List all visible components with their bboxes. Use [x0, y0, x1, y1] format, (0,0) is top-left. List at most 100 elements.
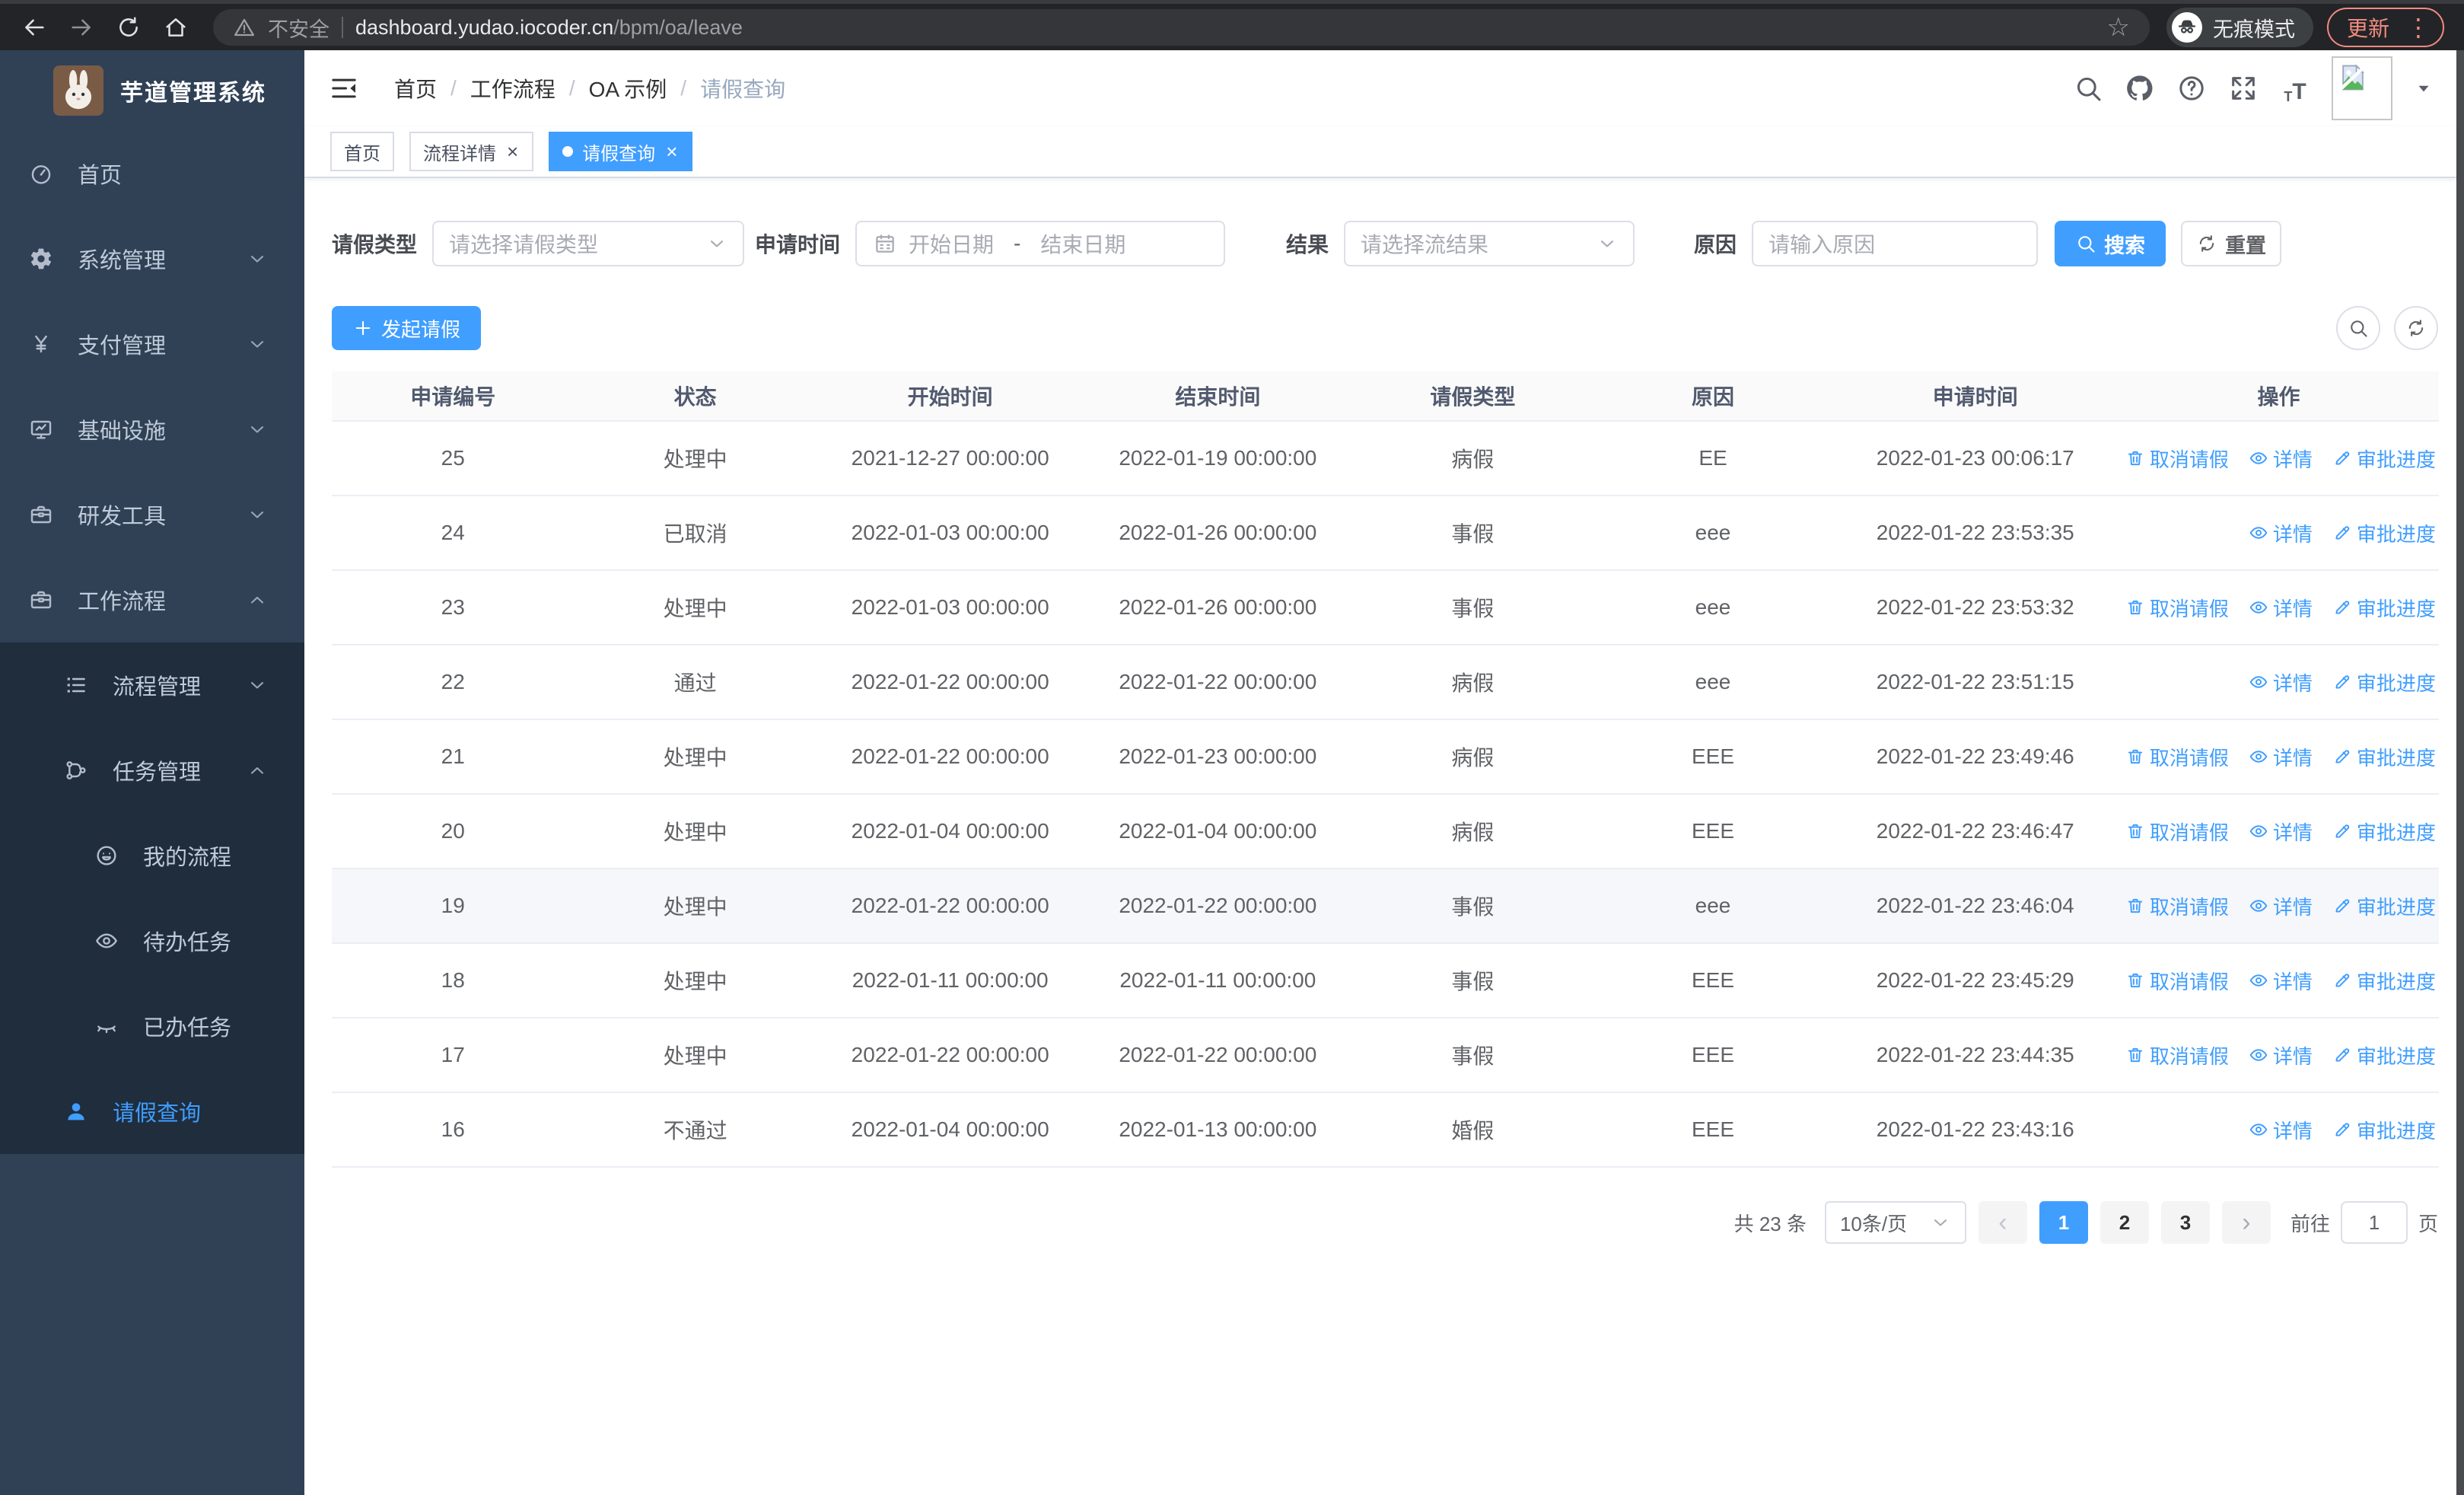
fullscreen-icon[interactable]: [2228, 73, 2259, 104]
sidebar-menu: 首页 系统管理 支付管理 基础设施 研发工具 工作流程 流程管理 任务管理 我的…: [0, 131, 304, 1154]
detail-link[interactable]: 详情: [2249, 1041, 2313, 1069]
prev-page-button[interactable]: ‹: [1978, 1201, 2027, 1244]
goto-page-input[interactable]: [2340, 1201, 2408, 1244]
detail-link[interactable]: 详情: [2249, 445, 2313, 473]
cell-apply-time: 2022-01-22 23:53:32: [1876, 595, 2074, 619]
browser-update-button[interactable]: 更新 ⋮: [2326, 8, 2444, 47]
result-select[interactable]: 请选择流结果: [1344, 221, 1635, 266]
detail-link[interactable]: 详情: [2249, 668, 2313, 696]
browser-back-button[interactable]: [14, 7, 55, 48]
font-size-icon[interactable]: TT: [2280, 73, 2310, 104]
sidebar-menu-item[interactable]: 流程管理: [0, 642, 304, 728]
table-header: 申请编号 状态 开始时间 结束时间 请假类型 原因 申请时间 操作: [332, 371, 2439, 422]
chevron-icon: [247, 760, 268, 781]
page-tab[interactable]: 流程详情 ×: [409, 132, 534, 171]
search-button[interactable]: 搜索: [2055, 221, 2166, 266]
goto-unit: 页: [2418, 1212, 2438, 1235]
browser-reload-button[interactable]: [108, 7, 149, 48]
column-header: 申请时间: [1932, 385, 2018, 409]
browser-menu-icon[interactable]: ⋮: [2406, 15, 2431, 40]
approval-progress-link[interactable]: 审批进度: [2332, 594, 2436, 622]
approval-progress-link[interactable]: 审批进度: [2332, 892, 2436, 920]
sidebar-menu-item[interactable]: 我的流程: [0, 813, 304, 898]
detail-link[interactable]: 详情: [2249, 967, 2313, 995]
top-navbar: 首页 / 工作流程 / OA 示例 / 请假查询 T T: [304, 50, 2456, 126]
cancel-leave-link[interactable]: 取消请假: [2125, 967, 2229, 995]
tab-close-icon[interactable]: ×: [664, 142, 679, 161]
cancel-leave-link[interactable]: 取消请假: [2125, 818, 2229, 846]
search-icon[interactable]: [2073, 73, 2103, 104]
cell-status: 通过: [673, 671, 717, 695]
approval-progress-link[interactable]: 审批进度: [2332, 668, 2436, 696]
cancel-leave-link[interactable]: 取消请假: [2125, 1041, 2229, 1069]
detail-link[interactable]: 详情: [2249, 743, 2313, 771]
page-number-button[interactable]: 3: [2160, 1201, 2210, 1244]
app-logo[interactable]: 芋道管理系统: [0, 50, 304, 131]
next-page-button[interactable]: ›: [2221, 1201, 2271, 1244]
user-avatar[interactable]: [2332, 56, 2392, 120]
breadcrumb-item[interactable]: 首页 /: [394, 73, 470, 104]
browser-forward-button[interactable]: [61, 7, 102, 48]
apply-time-range-picker[interactable]: 开始日期 - 结束日期: [855, 221, 1226, 266]
sidebar-menu-item[interactable]: 首页: [0, 131, 304, 216]
sidebar-menu-item[interactable]: 待办任务: [0, 898, 304, 983]
sidebar-menu-item[interactable]: 已办任务: [0, 983, 304, 1069]
cancel-leave-link[interactable]: 取消请假: [2125, 892, 2229, 920]
page-tab[interactable]: 请假查询 ×: [549, 132, 693, 171]
sidebar-menu-item[interactable]: 研发工具: [0, 472, 304, 557]
eye-icon: [2249, 1045, 2268, 1065]
detail-link[interactable]: 详情: [2249, 594, 2313, 622]
menu-item-label: 待办任务: [143, 931, 232, 955]
menu-item-icon: [64, 1099, 88, 1124]
detail-link[interactable]: 详情: [2249, 519, 2313, 547]
cell-reason: EEE: [1692, 1117, 1735, 1141]
collapse-sidebar-icon[interactable]: [329, 73, 359, 104]
leave-type-select[interactable]: 请选择请假类型: [432, 221, 745, 266]
sidebar-menu-item[interactable]: 基础设施: [0, 387, 304, 472]
detail-link[interactable]: 详情: [2249, 1116, 2313, 1144]
cell-status: 已取消: [663, 522, 727, 546]
cell-leave-type: 事假: [1451, 970, 1495, 993]
page-size-select[interactable]: 10条/页: [1824, 1201, 1966, 1244]
approval-progress-link[interactable]: 审批进度: [2332, 967, 2436, 995]
table-row: 24 已取消 2022-01-03 00:00:00 2022-01-26 00…: [332, 496, 2439, 571]
breadcrumb-item[interactable]: OA 示例 /: [589, 73, 700, 104]
approval-progress-link[interactable]: 审批进度: [2332, 743, 2436, 771]
user-menu-caret-icon[interactable]: [2414, 78, 2434, 98]
page-tab[interactable]: 首页: [330, 132, 394, 171]
cancel-leave-link[interactable]: 取消请假: [2125, 445, 2229, 473]
chevron-down-icon: [1597, 233, 1618, 254]
reason-input[interactable]: 请输入原因: [1752, 221, 2039, 266]
cell-leave-type: 事假: [1451, 895, 1495, 919]
detail-link[interactable]: 详情: [2249, 818, 2313, 846]
toggle-search-button[interactable]: [2336, 306, 2380, 350]
sidebar-menu-item[interactable]: 任务管理: [0, 728, 304, 813]
tab-close-icon[interactable]: ×: [505, 142, 520, 161]
table-row: 25 处理中 2021-12-27 00:00:00 2022-01-19 00…: [332, 422, 2439, 496]
page-number-button[interactable]: 2: [2099, 1201, 2149, 1244]
breadcrumb-item[interactable]: 请假查询 /: [700, 73, 785, 104]
reset-button[interactable]: 重置: [2181, 221, 2282, 266]
cancel-leave-link[interactable]: 取消请假: [2125, 743, 2229, 771]
approval-progress-link[interactable]: 审批进度: [2332, 445, 2436, 473]
help-icon[interactable]: [2176, 73, 2207, 104]
cancel-leave-link[interactable]: 取消请假: [2125, 594, 2229, 622]
detail-link[interactable]: 详情: [2249, 892, 2313, 920]
approval-progress-link[interactable]: 审批进度: [2332, 1041, 2436, 1069]
refresh-table-button[interactable]: [2394, 306, 2438, 350]
approval-progress-link[interactable]: 审批进度: [2332, 1116, 2436, 1144]
address-bar[interactable]: 不安全 dashboard.yudao.iocoder.cn/bpm/oa/le…: [213, 9, 2150, 46]
create-leave-button[interactable]: 发起请假: [332, 306, 481, 350]
browser-home-button[interactable]: [155, 7, 196, 48]
github-icon[interactable]: [2125, 73, 2155, 104]
sidebar-menu-item[interactable]: 请假查询: [0, 1069, 304, 1154]
breadcrumb-item[interactable]: 工作流程 /: [470, 73, 589, 104]
sidebar-menu-item[interactable]: 系统管理: [0, 216, 304, 301]
approval-progress-link[interactable]: 审批进度: [2332, 818, 2436, 846]
sidebar-menu-item[interactable]: 支付管理: [0, 301, 304, 387]
page-number-button[interactable]: 1: [2039, 1201, 2088, 1244]
pen-icon: [2332, 1045, 2352, 1065]
bookmark-star-icon[interactable]: ☆: [2107, 12, 2130, 43]
sidebar-menu-item[interactable]: 工作流程: [0, 557, 304, 642]
approval-progress-link[interactable]: 审批进度: [2332, 519, 2436, 547]
